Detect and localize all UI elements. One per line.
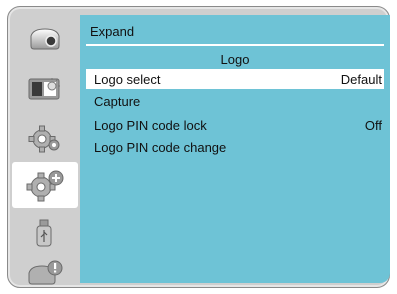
row-label: Capture bbox=[94, 93, 141, 109]
tab-image-adjust[interactable] bbox=[14, 68, 76, 110]
projector-icon bbox=[30, 28, 60, 50]
menu-row-logo-pin-lock[interactable]: Logo PIN code lock Off bbox=[86, 115, 384, 135]
usb-icon bbox=[36, 219, 52, 247]
section-title: Logo bbox=[220, 52, 250, 67]
menu-row-logo-pin-change[interactable]: Logo PIN code change bbox=[86, 137, 384, 157]
tab-projector[interactable] bbox=[14, 18, 76, 60]
row-label: Logo PIN code change bbox=[94, 139, 227, 155]
row-value: Default bbox=[340, 71, 382, 87]
tab-settings[interactable] bbox=[14, 118, 76, 160]
image-adjust-icon bbox=[28, 78, 60, 100]
panel-title: Expand bbox=[90, 24, 135, 39]
expand-settings-icon bbox=[26, 170, 64, 202]
row-label: Logo select bbox=[94, 71, 161, 87]
tab-usb[interactable] bbox=[14, 212, 76, 254]
row-label: Logo PIN code lock bbox=[94, 117, 207, 133]
tab-info[interactable] bbox=[14, 252, 76, 294]
sidebar bbox=[12, 12, 78, 285]
menu-row-logo-select[interactable]: Logo select Default bbox=[86, 69, 384, 89]
row-value: Off bbox=[364, 117, 382, 133]
settings-gear-icon bbox=[28, 125, 60, 153]
tab-expand[interactable] bbox=[12, 162, 78, 208]
title-divider bbox=[86, 44, 384, 46]
info-icon bbox=[28, 260, 63, 285]
menu-panel: Expand Logo Logo select Default Capture … bbox=[80, 15, 390, 283]
menu-row-capture[interactable]: Capture bbox=[86, 91, 384, 111]
